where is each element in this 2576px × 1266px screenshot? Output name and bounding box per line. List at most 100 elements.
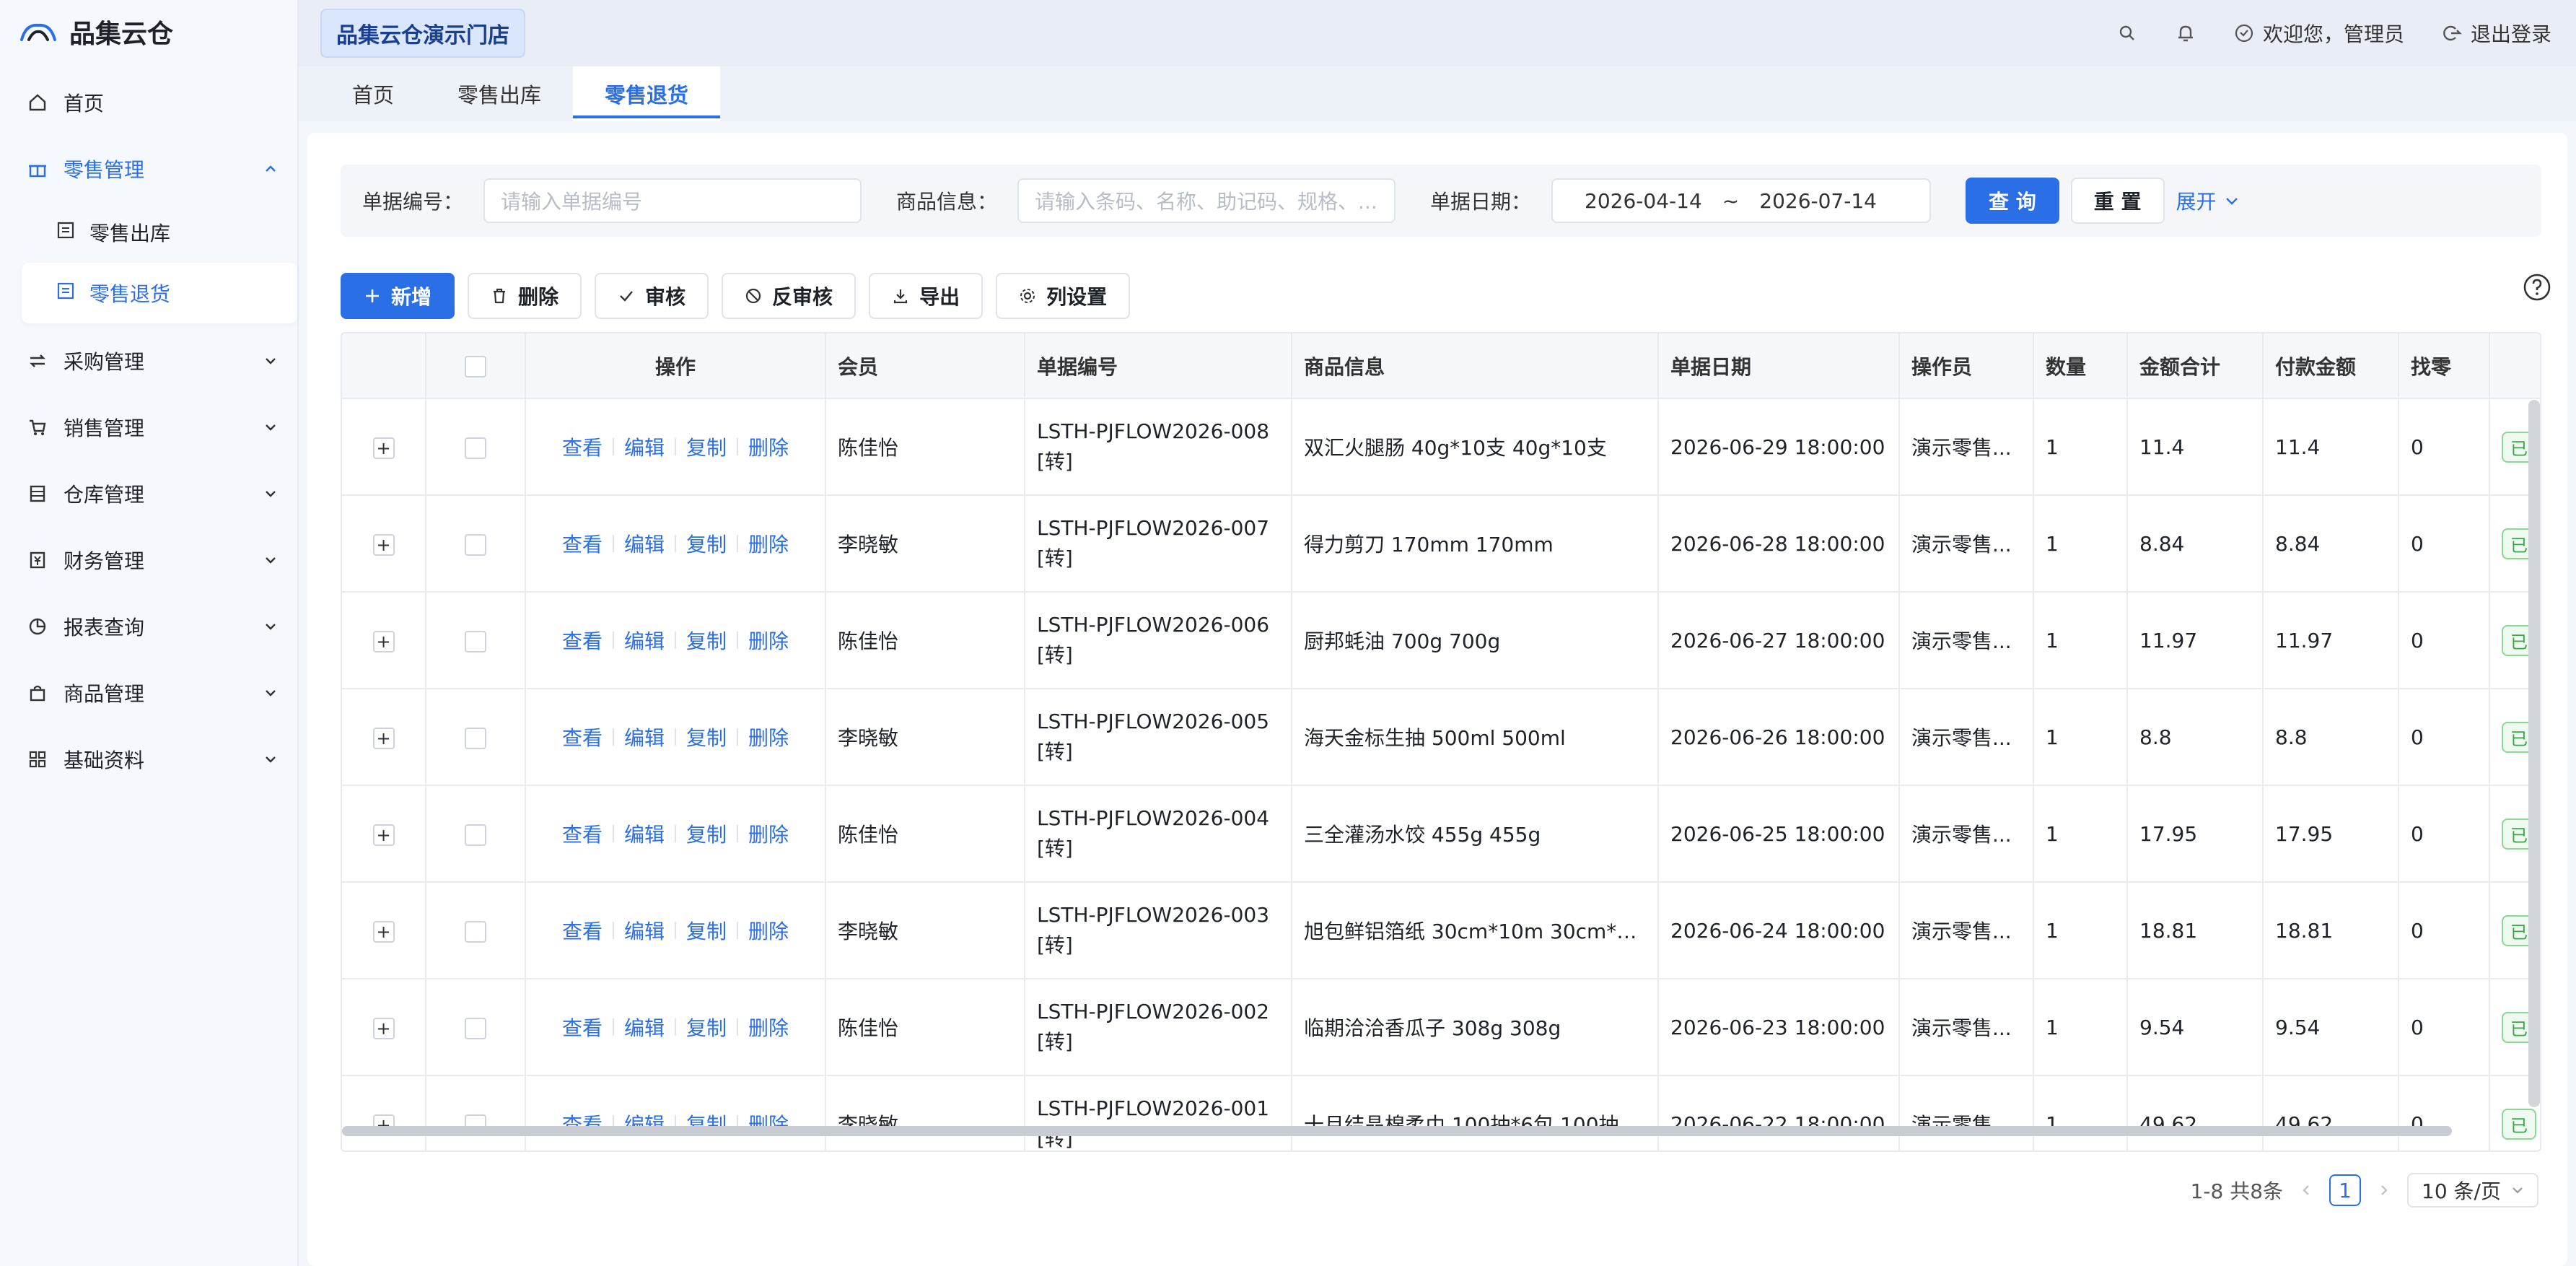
- view-link[interactable]: 查看: [552, 626, 613, 655]
- edit-link[interactable]: 编辑: [614, 626, 675, 655]
- view-link[interactable]: 查看: [552, 916, 613, 945]
- header-actions: 欢迎您，管理员 退出登录: [2117, 0, 2551, 66]
- sidebar-item-goods[interactable]: 商品管理: [0, 660, 297, 726]
- sidebar-item-home[interactable]: 首页: [0, 69, 297, 136]
- tab-home[interactable]: 首页: [320, 66, 426, 121]
- expand-row-button[interactable]: +: [372, 437, 395, 459]
- query-button[interactable]: 查 询: [1966, 178, 2059, 224]
- copy-link[interactable]: 复制: [676, 529, 737, 558]
- copy-link[interactable]: 复制: [676, 626, 737, 655]
- row-checkbox[interactable]: [465, 630, 486, 652]
- expand-row-button[interactable]: +: [372, 727, 395, 749]
- column-settings-button[interactable]: 列设置: [996, 273, 1131, 319]
- sidebar-item-retail[interactable]: 零售管理: [0, 136, 297, 202]
- date-start: 2026-04-14: [1585, 188, 1702, 213]
- swap-icon: [26, 349, 49, 372]
- sidebar-item-warehouse[interactable]: 仓库管理: [0, 460, 297, 527]
- add-button[interactable]: 新增: [341, 273, 455, 319]
- paid-cell: 17.95: [2263, 785, 2399, 883]
- cloud-logo-icon: [20, 23, 56, 41]
- help-icon[interactable]: [2523, 273, 2551, 302]
- delete-link[interactable]: 删除: [738, 723, 799, 751]
- ops-cell: 查看 编辑 复制 删除: [525, 592, 826, 689]
- export-button[interactable]: 导出: [869, 273, 983, 319]
- delete-link[interactable]: 删除: [738, 1013, 799, 1042]
- operator-cell: 演示零售...: [1899, 495, 2034, 593]
- pagination: 1-8 共8条 1 10 条/页: [2191, 1172, 2538, 1208]
- row-checkbox[interactable]: [465, 824, 486, 846]
- select-cell: [426, 689, 526, 786]
- bill-no-cell: LSTH-PJFLOW2026-001[转]: [1025, 1075, 1292, 1151]
- edit-link[interactable]: 编辑: [614, 529, 675, 558]
- delete-button[interactable]: 删除: [468, 273, 582, 319]
- delete-link[interactable]: 删除: [738, 432, 799, 461]
- tab-retail-out[interactable]: 零售出库: [426, 66, 573, 121]
- user-menu[interactable]: 欢迎您，管理员: [2234, 19, 2404, 48]
- delete-link[interactable]: 删除: [738, 626, 799, 655]
- brand[interactable]: 品集云仓: [0, 0, 297, 64]
- chevron-left-icon[interactable]: [2299, 1183, 2313, 1197]
- page-size-select[interactable]: 10 条/页: [2407, 1173, 2538, 1208]
- select-all-checkbox[interactable]: [465, 356, 486, 377]
- bill-no-input[interactable]: 请输入单据编号: [483, 178, 862, 223]
- vertical-scrollbar[interactable]: [2528, 400, 2540, 1107]
- row-checkbox[interactable]: [465, 437, 486, 459]
- reset-button[interactable]: 重 置: [2070, 178, 2165, 224]
- row-checkbox[interactable]: [465, 1017, 486, 1039]
- member-cell: 陈佳怡: [825, 592, 1025, 689]
- delete-link[interactable]: 删除: [738, 916, 799, 945]
- page-size-value: 10 条/页: [2422, 1179, 2501, 1203]
- expand-row-button[interactable]: +: [372, 533, 395, 556]
- search-button[interactable]: [2117, 23, 2137, 43]
- sidebar-item-label: 销售管理: [63, 416, 145, 440]
- delete-link[interactable]: 删除: [738, 529, 799, 558]
- row-checkbox[interactable]: [465, 533, 486, 556]
- sidebar-item-retail-out[interactable]: 零售出库: [22, 202, 297, 263]
- copy-link[interactable]: 复制: [676, 1013, 737, 1042]
- audit-button[interactable]: 审核: [595, 273, 709, 319]
- member-cell: 陈佳怡: [825, 979, 1025, 1076]
- notification-button[interactable]: [2175, 22, 2196, 44]
- sidebar-item-finance[interactable]: 财务管理: [0, 527, 297, 593]
- sidebar-item-reports[interactable]: 报表查询: [0, 593, 297, 660]
- copy-link[interactable]: 复制: [676, 723, 737, 751]
- chevron-right-icon[interactable]: [2377, 1183, 2391, 1197]
- delete-link[interactable]: 删除: [738, 819, 799, 848]
- goods-input[interactable]: 请输入条码、名称、助记码、规格、...: [1017, 178, 1396, 223]
- edit-link[interactable]: 编辑: [614, 819, 675, 848]
- member-cell: 李晓敏: [825, 689, 1025, 786]
- store-tag[interactable]: 品集云仓演示门店: [320, 9, 525, 58]
- page-number-current[interactable]: 1: [2329, 1174, 2362, 1206]
- row-checkbox[interactable]: [465, 727, 486, 749]
- sidebar-item-retail-return[interactable]: 零售退货: [22, 263, 297, 323]
- edit-link[interactable]: 编辑: [614, 916, 675, 945]
- sidebar-item-basic[interactable]: 基础资料: [0, 726, 297, 793]
- tab-retail-return[interactable]: 零售退货: [573, 66, 721, 121]
- member-cell: 陈佳怡: [825, 785, 1025, 883]
- retail-submenu: 零售出库 零售退货: [0, 202, 297, 323]
- edit-link[interactable]: 编辑: [614, 432, 675, 461]
- view-link[interactable]: 查看: [552, 819, 613, 848]
- horizontal-scrollbar[interactable]: [342, 1126, 2452, 1136]
- view-link[interactable]: 查看: [552, 1013, 613, 1042]
- logout-button[interactable]: 退出登录: [2442, 19, 2551, 48]
- edit-link[interactable]: 编辑: [614, 1013, 675, 1042]
- expand-row-button[interactable]: +: [372, 630, 395, 652]
- copy-link[interactable]: 复制: [676, 432, 737, 461]
- expand-row-button[interactable]: +: [372, 920, 395, 943]
- row-checkbox[interactable]: [465, 920, 486, 943]
- unaudit-button[interactable]: 反审核: [722, 273, 857, 319]
- date-range-picker[interactable]: 2026-04-14 ~ 2026-07-14: [1551, 178, 1932, 223]
- view-link[interactable]: 查看: [552, 529, 613, 558]
- copy-link[interactable]: 复制: [676, 916, 737, 945]
- expand-filter-link[interactable]: 展开: [2176, 186, 2240, 215]
- sidebar-item-purchase[interactable]: 采购管理: [0, 328, 297, 394]
- copy-link[interactable]: 复制: [676, 819, 737, 848]
- view-link[interactable]: 查看: [552, 432, 613, 461]
- member-cell: 李晓敏: [825, 1075, 1025, 1151]
- expand-row-button[interactable]: +: [372, 824, 395, 846]
- view-link[interactable]: 查看: [552, 723, 613, 751]
- expand-row-button[interactable]: +: [372, 1017, 395, 1039]
- edit-link[interactable]: 编辑: [614, 723, 675, 751]
- sidebar-item-sales[interactable]: 销售管理: [0, 394, 297, 460]
